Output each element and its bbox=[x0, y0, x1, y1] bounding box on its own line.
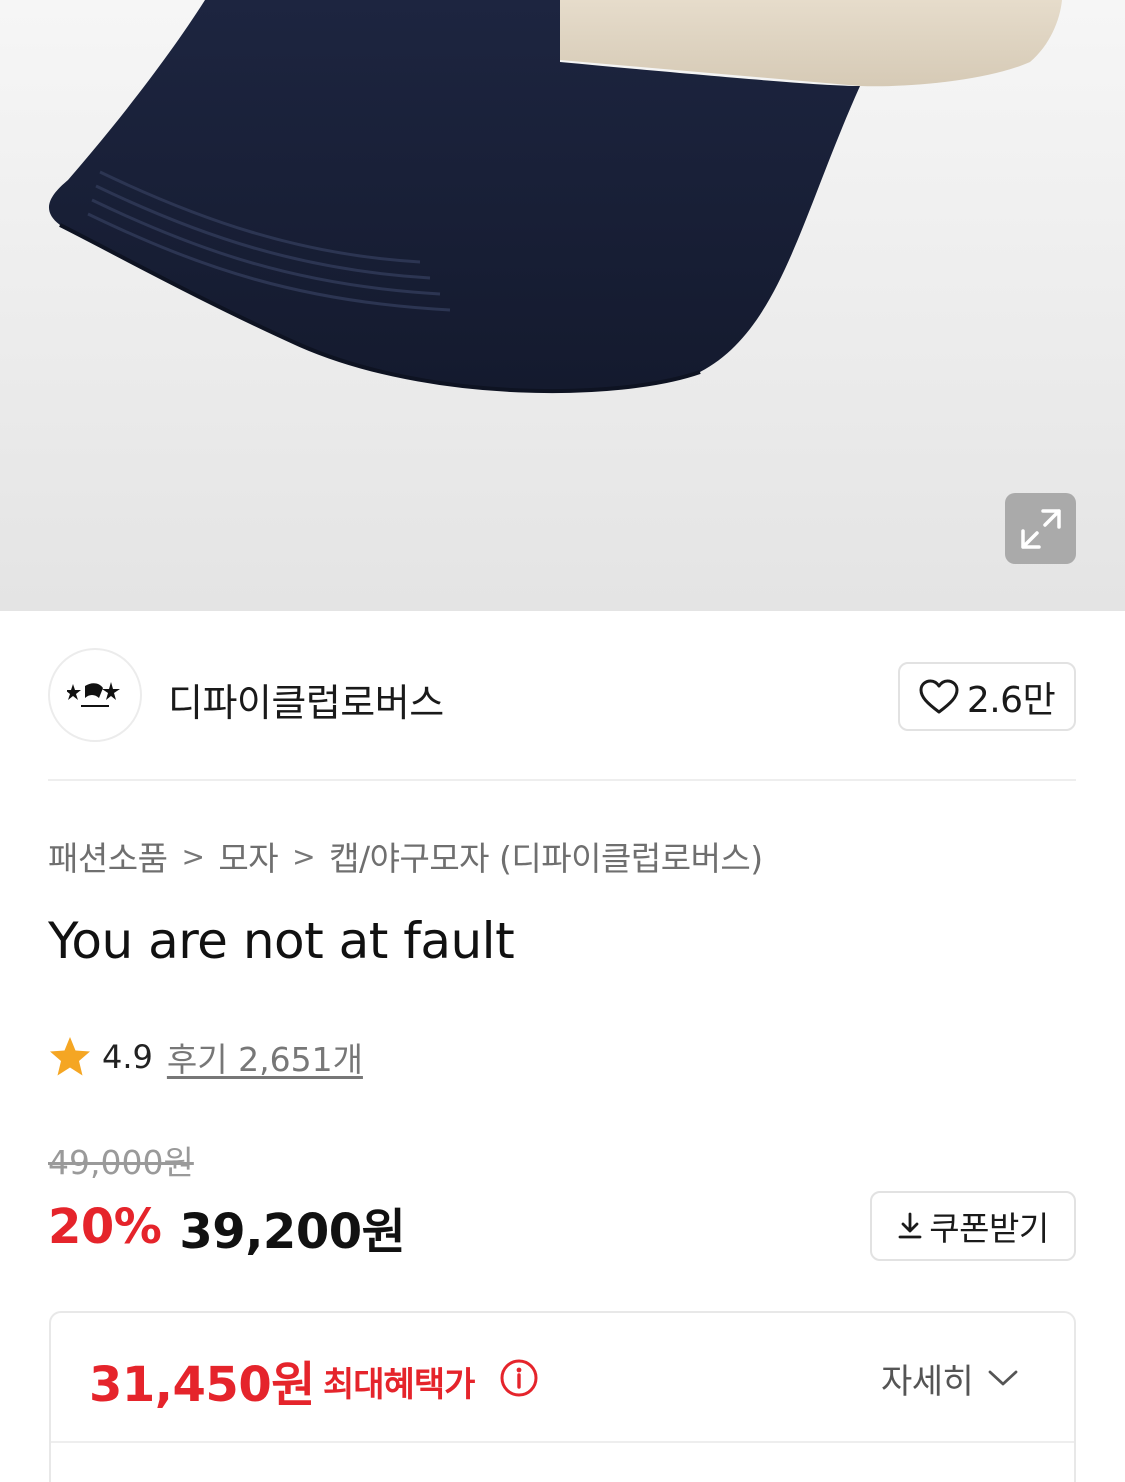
price-row: 20% 39,200원 bbox=[48, 1196, 406, 1260]
heart-icon bbox=[919, 679, 959, 713]
max-benefit-box: 31,450원 최대혜택가 자세히 bbox=[49, 1311, 1076, 1482]
sale-price: 39,200원 bbox=[179, 1204, 406, 1260]
product-detail-page: 디파이클럽로버스 2.6만 패션소품 > 모자 > 캡/야구모자 (디파이클럽로… bbox=[0, 0, 1125, 1482]
max-benefit-price: 31,450원 bbox=[89, 1357, 315, 1413]
seller-row: 디파이클럽로버스 2.6만 bbox=[48, 648, 1076, 744]
seller-name[interactable]: 디파이클럽로버스 bbox=[168, 672, 444, 727]
breadcrumb: 패션소품 > 모자 > 캡/야구모자 (디파이클럽로버스) bbox=[48, 834, 763, 878]
download-icon bbox=[898, 1212, 922, 1239]
breadcrumb-item-fashion[interactable]: 패션소품 bbox=[48, 832, 168, 880]
info-icon[interactable] bbox=[499, 1358, 539, 1398]
divider bbox=[48, 779, 1076, 781]
coupon-download-button[interactable]: 쿠폰받기 bbox=[870, 1191, 1076, 1261]
expand-icon bbox=[1020, 508, 1061, 549]
original-price: 49,000원 bbox=[48, 1143, 194, 1182]
seller-logo[interactable] bbox=[48, 648, 142, 742]
breadcrumb-item-hat[interactable]: 모자 bbox=[218, 832, 278, 880]
detail-label: 자세히 bbox=[881, 1361, 974, 1402]
chevron-right-icon: > bbox=[292, 839, 316, 873]
rating-score: 4.9 bbox=[102, 1038, 153, 1076]
detail-toggle[interactable]: 자세히 bbox=[881, 1355, 1019, 1402]
product-image[interactable] bbox=[0, 0, 1125, 611]
product-title: You are not at fault bbox=[48, 912, 515, 970]
chevron-right-icon: > bbox=[181, 839, 205, 873]
chevron-down-icon bbox=[988, 1370, 1018, 1386]
breadcrumb-item-cap[interactable]: 캡/야구모자 (디파이클럽로버스) bbox=[329, 832, 763, 880]
star-icon bbox=[50, 1037, 90, 1076]
discount-rate: 20% bbox=[48, 1199, 162, 1255]
max-benefit-label: 최대혜택가 bbox=[323, 1365, 475, 1405]
rating-row: 4.9 후기 2,651개 bbox=[48, 1034, 363, 1080]
expand-image-button[interactable] bbox=[1005, 493, 1076, 564]
like-count: 2.6만 bbox=[966, 679, 1056, 721]
review-count-link[interactable]: 후기 2,651개 bbox=[167, 1033, 363, 1081]
like-button[interactable]: 2.6만 bbox=[898, 662, 1076, 731]
cap-illustration bbox=[48, 0, 1062, 394]
seller-logo-mark bbox=[67, 682, 120, 707]
coupon-label: 쿠폰받기 bbox=[929, 1209, 1049, 1248]
benefit-summary: 31,450원 최대혜택가 자세히 bbox=[51, 1313, 1074, 1443]
